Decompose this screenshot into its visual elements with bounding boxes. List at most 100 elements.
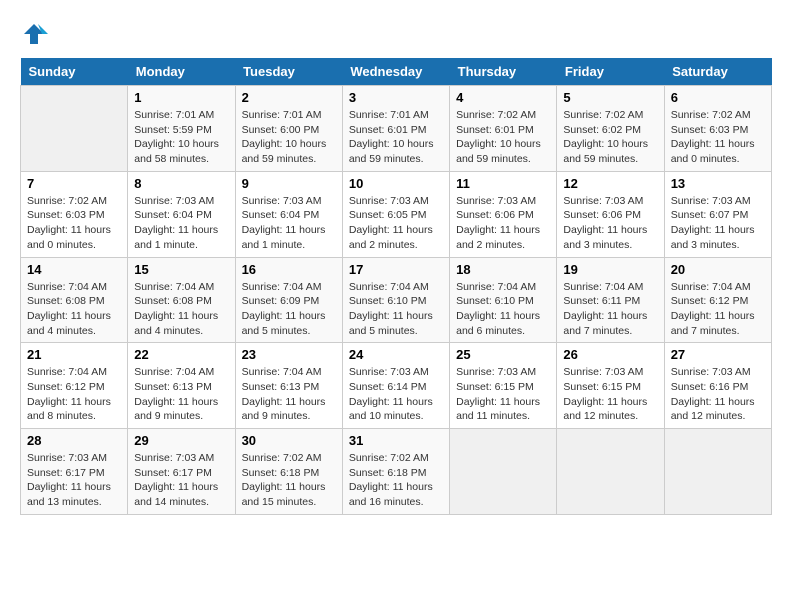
day-info: Sunrise: 7:04 AM Sunset: 6:08 PM Dayligh…	[27, 280, 121, 339]
calendar-week-row: 14 Sunrise: 7:04 AM Sunset: 6:08 PM Dayli…	[21, 257, 772, 343]
day-number: 24	[349, 347, 443, 362]
day-number: 5	[563, 90, 657, 105]
weekday-header-row: SundayMondayTuesdayWednesdayThursdayFrid…	[21, 58, 772, 86]
day-info: Sunrise: 7:03 AM Sunset: 6:14 PM Dayligh…	[349, 365, 443, 424]
weekday-header-friday: Friday	[557, 58, 664, 86]
day-number: 22	[134, 347, 228, 362]
day-info: Sunrise: 7:04 AM Sunset: 6:09 PM Dayligh…	[242, 280, 336, 339]
calendar-week-row: 1Sunrise: 7:01 AM Sunset: 5:59 PM Daylig…	[21, 86, 772, 172]
day-info: Sunrise: 7:03 AM Sunset: 6:05 PM Dayligh…	[349, 194, 443, 253]
day-info: Sunrise: 7:04 AM Sunset: 6:12 PM Dayligh…	[671, 280, 765, 339]
calendar-day-cell: 10 Sunrise: 7:03 AM Sunset: 6:05 PM Dayli…	[342, 171, 449, 257]
day-number: 6	[671, 90, 765, 105]
day-number: 13	[671, 176, 765, 191]
day-number: 9	[242, 176, 336, 191]
calendar-week-row: 21Sunrise: 7:04 AM Sunset: 6:12 PM Dayli…	[21, 343, 772, 429]
weekday-header-thursday: Thursday	[450, 58, 557, 86]
day-number: 20	[671, 262, 765, 277]
day-number: 17	[349, 262, 443, 277]
calendar-day-cell: 1Sunrise: 7:01 AM Sunset: 5:59 PM Daylig…	[128, 86, 235, 172]
day-number: 14	[27, 262, 121, 277]
day-number: 27	[671, 347, 765, 362]
day-number: 16	[242, 262, 336, 277]
day-number: 23	[242, 347, 336, 362]
day-info: Sunrise: 7:03 AM Sunset: 6:17 PM Dayligh…	[27, 451, 121, 510]
day-info: Sunrise: 7:02 AM Sunset: 6:03 PM Dayligh…	[671, 108, 765, 167]
day-info: Sunrise: 7:02 AM Sunset: 6:01 PM Dayligh…	[456, 108, 550, 167]
day-number: 30	[242, 433, 336, 448]
calendar-day-cell: 24 Sunrise: 7:03 AM Sunset: 6:14 PM Dayli…	[342, 343, 449, 429]
day-number: 10	[349, 176, 443, 191]
day-info: Sunrise: 7:02 AM Sunset: 6:18 PM Dayligh…	[242, 451, 336, 510]
day-info: Sunrise: 7:02 AM Sunset: 6:03 PM Dayligh…	[27, 194, 121, 253]
day-number: 29	[134, 433, 228, 448]
calendar-day-cell: 28 Sunrise: 7:03 AM Sunset: 6:17 PM Dayli…	[21, 429, 128, 515]
calendar-day-cell: 5 Sunrise: 7:02 AM Sunset: 6:02 PM Daylig…	[557, 86, 664, 172]
weekday-header-wednesday: Wednesday	[342, 58, 449, 86]
day-number: 12	[563, 176, 657, 191]
calendar-day-cell: 9 Sunrise: 7:03 AM Sunset: 6:04 PM Daylig…	[235, 171, 342, 257]
day-info: Sunrise: 7:04 AM Sunset: 6:10 PM Dayligh…	[456, 280, 550, 339]
day-number: 31	[349, 433, 443, 448]
day-info: Sunrise: 7:04 AM Sunset: 6:13 PM Dayligh…	[134, 365, 228, 424]
day-info: Sunrise: 7:03 AM Sunset: 6:07 PM Dayligh…	[671, 194, 765, 253]
day-info: Sunrise: 7:03 AM Sunset: 6:17 PM Dayligh…	[134, 451, 228, 510]
day-info: Sunrise: 7:03 AM Sunset: 6:06 PM Dayligh…	[456, 194, 550, 253]
calendar-day-cell: 8 Sunrise: 7:03 AM Sunset: 6:04 PM Daylig…	[128, 171, 235, 257]
day-info: Sunrise: 7:04 AM Sunset: 6:08 PM Dayligh…	[134, 280, 228, 339]
weekday-header-monday: Monday	[128, 58, 235, 86]
calendar-day-cell: 11Sunrise: 7:03 AM Sunset: 6:06 PM Dayli…	[450, 171, 557, 257]
calendar-day-cell: 20 Sunrise: 7:04 AM Sunset: 6:12 PM Dayli…	[664, 257, 771, 343]
calendar-day-cell: 17 Sunrise: 7:04 AM Sunset: 6:10 PM Dayli…	[342, 257, 449, 343]
day-info: Sunrise: 7:01 AM Sunset: 6:01 PM Dayligh…	[349, 108, 443, 167]
day-info: Sunrise: 7:03 AM Sunset: 6:16 PM Dayligh…	[671, 365, 765, 424]
calendar-day-cell: 18 Sunrise: 7:04 AM Sunset: 6:10 PM Dayli…	[450, 257, 557, 343]
header	[20, 20, 772, 48]
calendar-day-cell: 4Sunrise: 7:02 AM Sunset: 6:01 PM Daylig…	[450, 86, 557, 172]
calendar-day-cell: 15Sunrise: 7:04 AM Sunset: 6:08 PM Dayli…	[128, 257, 235, 343]
calendar-table: SundayMondayTuesdayWednesdayThursdayFrid…	[20, 58, 772, 515]
day-info: Sunrise: 7:01 AM Sunset: 6:00 PM Dayligh…	[242, 108, 336, 167]
calendar-day-cell: 26 Sunrise: 7:03 AM Sunset: 6:15 PM Dayli…	[557, 343, 664, 429]
calendar-day-cell: 30 Sunrise: 7:02 AM Sunset: 6:18 PM Dayli…	[235, 429, 342, 515]
calendar-day-cell: 6 Sunrise: 7:02 AM Sunset: 6:03 PM Daylig…	[664, 86, 771, 172]
day-number: 8	[134, 176, 228, 191]
weekday-header-tuesday: Tuesday	[235, 58, 342, 86]
calendar-day-cell: 21Sunrise: 7:04 AM Sunset: 6:12 PM Dayli…	[21, 343, 128, 429]
day-number: 2	[242, 90, 336, 105]
day-number: 7	[27, 176, 121, 191]
calendar-day-cell: 13 Sunrise: 7:03 AM Sunset: 6:07 PM Dayli…	[664, 171, 771, 257]
day-number: 3	[349, 90, 443, 105]
day-info: Sunrise: 7:03 AM Sunset: 6:15 PM Dayligh…	[456, 365, 550, 424]
day-number: 28	[27, 433, 121, 448]
calendar-day-cell: 22 Sunrise: 7:04 AM Sunset: 6:13 PM Dayli…	[128, 343, 235, 429]
calendar-day-cell	[557, 429, 664, 515]
day-number: 25	[456, 347, 550, 362]
day-info: Sunrise: 7:04 AM Sunset: 6:10 PM Dayligh…	[349, 280, 443, 339]
calendar-day-cell	[21, 86, 128, 172]
calendar-day-cell	[664, 429, 771, 515]
day-info: Sunrise: 7:04 AM Sunset: 6:13 PM Dayligh…	[242, 365, 336, 424]
logo-icon	[20, 20, 48, 48]
calendar-day-cell: 2 Sunrise: 7:01 AM Sunset: 6:00 PM Daylig…	[235, 86, 342, 172]
day-info: Sunrise: 7:01 AM Sunset: 5:59 PM Dayligh…	[134, 108, 228, 167]
day-info: Sunrise: 7:02 AM Sunset: 6:02 PM Dayligh…	[563, 108, 657, 167]
calendar-day-cell: 7 Sunrise: 7:02 AM Sunset: 6:03 PM Daylig…	[21, 171, 128, 257]
day-info: Sunrise: 7:04 AM Sunset: 6:11 PM Dayligh…	[563, 280, 657, 339]
day-info: Sunrise: 7:03 AM Sunset: 6:15 PM Dayligh…	[563, 365, 657, 424]
day-number: 18	[456, 262, 550, 277]
day-info: Sunrise: 7:02 AM Sunset: 6:18 PM Dayligh…	[349, 451, 443, 510]
weekday-header-saturday: Saturday	[664, 58, 771, 86]
calendar-day-cell	[450, 429, 557, 515]
calendar-day-cell: 25 Sunrise: 7:03 AM Sunset: 6:15 PM Dayli…	[450, 343, 557, 429]
calendar-day-cell: 27 Sunrise: 7:03 AM Sunset: 6:16 PM Dayli…	[664, 343, 771, 429]
day-info: Sunrise: 7:03 AM Sunset: 6:04 PM Dayligh…	[134, 194, 228, 253]
logo	[20, 20, 52, 48]
day-info: Sunrise: 7:04 AM Sunset: 6:12 PM Dayligh…	[27, 365, 121, 424]
weekday-header-sunday: Sunday	[21, 58, 128, 86]
day-info: Sunrise: 7:03 AM Sunset: 6:06 PM Dayligh…	[563, 194, 657, 253]
calendar-day-cell: 29 Sunrise: 7:03 AM Sunset: 6:17 PM Dayli…	[128, 429, 235, 515]
calendar-day-cell: 14 Sunrise: 7:04 AM Sunset: 6:08 PM Dayli…	[21, 257, 128, 343]
day-info: Sunrise: 7:03 AM Sunset: 6:04 PM Dayligh…	[242, 194, 336, 253]
day-number: 26	[563, 347, 657, 362]
